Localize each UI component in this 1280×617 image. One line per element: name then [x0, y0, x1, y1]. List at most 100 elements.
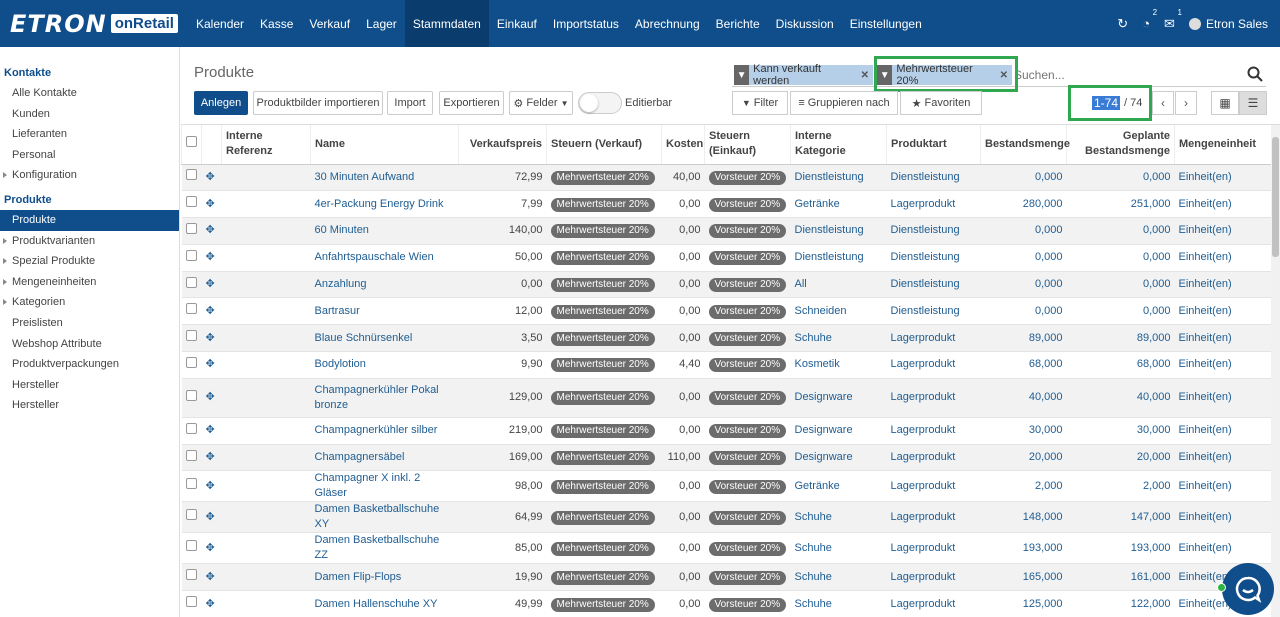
drag-handle-icon[interactable]: ✥: [206, 251, 215, 263]
user-menu[interactable]: Etron Sales: [1188, 17, 1268, 31]
table-row[interactable]: ✥ Damen Flip-Flops 19,90 Mehrwertsteuer 20%…: [181, 563, 1271, 592]
table-row[interactable]: ✥ Bodylotion 9,90 Mehrwertsteuer 20% 4,40 Vor…: [181, 351, 1271, 379]
row-checkbox[interactable]: [185, 196, 197, 208]
refresh-icon[interactable]: ↻: [1117, 16, 1128, 32]
row-checkbox[interactable]: [185, 169, 197, 181]
menu-item-einstellungen[interactable]: Einstellungen: [842, 0, 930, 47]
table-row[interactable]: ✥ Damen Basketballschuhe XY 64,99 Mehrwerts…: [181, 501, 1271, 534]
menu-item-kalender[interactable]: Kalender: [188, 0, 252, 47]
menu-item-abrechnung[interactable]: Abrechnung: [627, 0, 708, 47]
sidebar-item[interactable]: Kategorien: [0, 292, 179, 313]
row-checkbox[interactable]: [185, 389, 197, 401]
row-checkbox[interactable]: [185, 222, 197, 234]
sidebar-item[interactable]: Personal: [0, 145, 179, 166]
table-row[interactable]: ✥ Bartrasur 12,00 Mehrwertsteuer 20% 0,00 Vor…: [181, 297, 1271, 326]
sidebar-section-produkte[interactable]: Produkte: [0, 190, 179, 210]
messages-icon[interactable]: ✉ 1: [1164, 8, 1182, 32]
drag-handle-icon[interactable]: ✥: [206, 305, 215, 317]
table-row[interactable]: ✥ Anzahlung 0,00 Mehrwertsteuer 20% 0,00 Vors…: [181, 271, 1271, 299]
sidebar-item[interactable]: Konfiguration: [0, 165, 179, 186]
column-header[interactable]: Steuern (Verkauf): [546, 125, 662, 165]
drag-handle-icon[interactable]: ✥: [206, 571, 215, 583]
list-view-icon[interactable]: ☰: [1239, 91, 1267, 115]
row-checkbox[interactable]: [185, 569, 197, 581]
sidebar-item[interactable]: Mengeneinheiten: [0, 272, 179, 293]
table-row[interactable]: ✥ Damen Basketballschuhe ZZ 85,00 Mehrwerts…: [181, 532, 1271, 565]
sidebar-item[interactable]: Spezial Produkte: [0, 251, 179, 272]
table-row[interactable]: ✥ Anfahrtspauschale Wien 50,00 Mehrwertsteu…: [181, 244, 1271, 272]
drag-handle-icon[interactable]: ✥: [206, 451, 215, 463]
menu-item-importstatus[interactable]: Importstatus: [545, 0, 627, 47]
column-header[interactable]: Interne Kategorie: [790, 125, 887, 165]
create-button[interactable]: Anlegen: [194, 91, 248, 115]
row-checkbox[interactable]: [185, 249, 197, 261]
search-icon[interactable]: [1246, 65, 1264, 83]
row-checkbox[interactable]: [185, 449, 197, 461]
column-header[interactable]: Mengeneinheit: [1174, 125, 1271, 165]
row-checkbox[interactable]: [185, 356, 197, 368]
search-input[interactable]: [1014, 66, 1214, 84]
drag-handle-icon[interactable]: ✥: [206, 511, 215, 523]
export-button[interactable]: Exportieren: [439, 91, 504, 115]
table-row[interactable]: ✥ 4er-Packung Energy Drink 7,99 Mehrwertste…: [181, 190, 1271, 219]
drag-handle-icon[interactable]: ✥: [206, 542, 215, 554]
row-checkbox[interactable]: [185, 303, 197, 315]
remove-facet-icon[interactable]: ✕: [861, 70, 869, 81]
table-row[interactable]: ✥ Champagner X inkl. 2 Gläser 98,00 Mehrwer…: [181, 470, 1271, 503]
activity-icon[interactable]: ◔ 2: [1142, 8, 1157, 31]
select-all-checkbox[interactable]: [186, 136, 197, 148]
menu-item-diskussion[interactable]: Diskussion: [768, 0, 842, 47]
row-checkbox[interactable]: [185, 478, 197, 490]
sidebar-item[interactable]: Hersteller: [0, 375, 179, 396]
column-header[interactable]: Name: [310, 125, 459, 165]
drag-handle-icon[interactable]: ✥: [206, 224, 215, 236]
menu-item-berichte[interactable]: Berichte: [708, 0, 768, 47]
row-checkbox[interactable]: [185, 540, 197, 552]
drag-handle-icon[interactable]: ✥: [206, 171, 215, 183]
column-header[interactable]: Interne Referenz: [221, 125, 311, 165]
editable-toggle[interactable]: [578, 92, 622, 114]
sidebar-item[interactable]: Kunden: [0, 104, 179, 125]
menu-item-stammdaten[interactable]: Stammdaten: [404, 0, 489, 47]
table-row[interactable]: ✥ 60 Minuten 140,00 Mehrwertsteuer 20% 0,00 V…: [181, 217, 1271, 245]
sidebar-item[interactable]: Alle Kontakte: [0, 83, 179, 104]
column-header[interactable]: Kosten: [661, 125, 705, 165]
drag-handle-icon[interactable]: ✥: [206, 198, 215, 210]
column-header[interactable]: Produktart: [886, 125, 981, 165]
column-header[interactable]: Verkaufspreis: [458, 125, 547, 165]
sidebar-item[interactable]: Produkte: [0, 209, 179, 231]
etron-logo[interactable]: ETRON onRetail: [0, 0, 188, 47]
filter-button[interactable]: ▼ Filter: [732, 91, 788, 115]
kanban-view-icon[interactable]: ▦: [1211, 91, 1239, 115]
fields-button[interactable]: ⚙ Felder ▼: [509, 91, 573, 115]
table-row[interactable]: ✥ Damen Hallenschuhe XY 49,99 Mehrwertsteue…: [181, 590, 1271, 617]
facet-sellable[interactable]: ▼ Kann verkauft werden ✕: [734, 63, 873, 87]
drag-handle-icon[interactable]: ✥: [206, 391, 215, 403]
pager-next-icon[interactable]: ›: [1175, 91, 1197, 115]
sidebar-item[interactable]: Produktvarianten: [0, 231, 179, 252]
row-checkbox[interactable]: [185, 509, 197, 521]
row-checkbox[interactable]: [185, 276, 197, 288]
table-row[interactable]: ✥ Champagnerkühler Pokal bronze 129,00 Mehr…: [181, 378, 1271, 418]
menu-item-verkauf[interactable]: Verkauf: [301, 0, 358, 47]
drag-handle-icon[interactable]: ✥: [206, 480, 215, 492]
scrollbar[interactable]: [1271, 125, 1280, 617]
table-row[interactable]: ✥ 30 Minuten Aufwand 72,99 Mehrwertsteuer 2…: [181, 164, 1271, 192]
row-checkbox[interactable]: [185, 422, 197, 434]
sidebar-item[interactable]: Lieferanten: [0, 124, 179, 145]
import-images-button[interactable]: Produktbilder importieren: [253, 91, 383, 115]
sidebar-item[interactable]: Preislisten: [0, 313, 179, 334]
drag-handle-icon[interactable]: ✥: [206, 424, 215, 436]
drag-handle-icon[interactable]: ✥: [206, 278, 215, 290]
column-header[interactable]: Bestandsmenge: [980, 125, 1070, 165]
favorites-button[interactable]: ★ Favoriten: [900, 91, 982, 115]
column-header[interactable]: Steuern (Einkauf): [704, 125, 791, 165]
drag-handle-icon[interactable]: ✥: [206, 598, 215, 610]
drag-handle-icon[interactable]: ✥: [206, 332, 215, 344]
drag-handle-icon[interactable]: ✥: [206, 358, 215, 370]
sidebar-item[interactable]: Webshop Attribute: [0, 334, 179, 355]
chat-widget[interactable]: [1217, 563, 1274, 615]
menu-item-lager[interactable]: Lager: [358, 0, 405, 47]
sidebar-section-kontakte[interactable]: Kontakte: [0, 63, 179, 83]
row-checkbox[interactable]: [185, 330, 197, 342]
